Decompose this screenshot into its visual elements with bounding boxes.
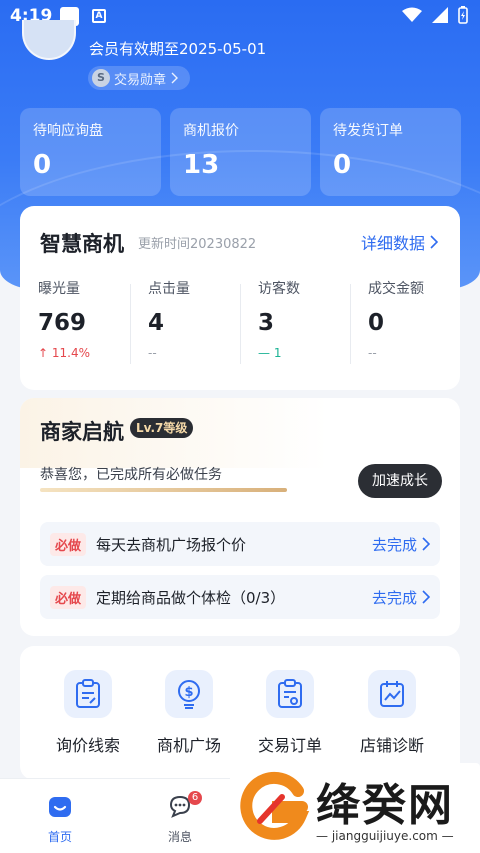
task-text: 每天去商机广场报个价 xyxy=(96,535,247,554)
task-go-link[interactable]: 去完成 xyxy=(372,587,430,608)
arrow-up-icon: ↑ xyxy=(38,346,52,360)
metric-change: ↑ 11.4% xyxy=(38,346,90,360)
tab-home[interactable]: 首页 xyxy=(20,793,100,845)
tab-label: 消息 xyxy=(167,830,192,844)
signal-icon xyxy=(432,7,448,23)
metric-label: 曝光量 xyxy=(38,281,80,297)
required-tag: 必做 xyxy=(50,532,87,556)
stat-value: 0 xyxy=(333,150,352,180)
battery-icon xyxy=(458,6,468,24)
tab-label: 首页 xyxy=(47,830,72,844)
metric-label: 访客数 xyxy=(258,281,300,297)
level-badge: Lv.7等级 xyxy=(130,418,194,438)
watermark-name: 绛癸网 xyxy=(316,780,454,831)
svg-text:$: $ xyxy=(184,685,193,700)
metric-value: 3 xyxy=(258,310,275,336)
store-notification-icon: A xyxy=(92,9,106,23)
metric-value: 769 xyxy=(38,310,87,336)
tool-label: 商机广场 xyxy=(156,736,221,755)
metric-value: 0 xyxy=(368,310,385,336)
clipboard-edit-icon xyxy=(64,670,112,718)
stat-label: 商机报价 xyxy=(183,123,239,139)
detail-data-label: 详细数据 xyxy=(360,234,425,253)
metric-label: 点击量 xyxy=(148,281,190,297)
stat-label: 待发货订单 xyxy=(333,123,403,139)
tool-shop-diagnosis[interactable]: 店铺诊断 xyxy=(342,670,442,756)
tool-trade-orders[interactable]: 交易订单 xyxy=(240,670,340,756)
membership-expiry: 会员有效期至2025-05-01 xyxy=(89,40,267,58)
progress-fill xyxy=(40,488,287,492)
calendar-chart-icon xyxy=(368,670,416,718)
accelerate-growth-button[interactable]: 加速成长 xyxy=(358,464,442,498)
task-progress-bar xyxy=(40,488,287,492)
tool-label: 询价线索 xyxy=(55,736,120,755)
tool-opportunity-square[interactable]: $ 商机广场 xyxy=(139,670,239,756)
task-text: 定期给商品做个体检（0/3） xyxy=(96,588,286,607)
metric-label: 成交金额 xyxy=(368,281,424,297)
chevron-right-icon xyxy=(430,235,438,249)
tab-messages[interactable]: 6 消息 xyxy=(140,791,220,845)
message-count-badge: 6 xyxy=(188,791,202,805)
tool-label: 店铺诊断 xyxy=(359,736,424,755)
required-tag: 必做 xyxy=(50,585,87,609)
metrics-row: 曝光量 769 ↑ 11.4% 点击量 4 -- 访客数 3 — 1 成交金额 … xyxy=(20,276,460,376)
wifi-icon xyxy=(402,7,422,22)
task-go-link[interactable]: 去完成 xyxy=(372,534,430,555)
stat-value: 13 xyxy=(183,150,220,180)
clipboard-gear-icon xyxy=(266,670,314,718)
chevron-right-icon xyxy=(171,72,179,84)
watermark-url: — jiangguijiuye.com — xyxy=(316,829,454,843)
task-item[interactable]: 必做 定期给商品做个体检（0/3） 去完成 xyxy=(40,575,440,619)
metric-visitors[interactable]: 访客数 3 — 1 xyxy=(240,276,350,376)
metric-change: -- xyxy=(368,346,377,360)
smart-title: 智慧商机 xyxy=(40,232,124,256)
detail-data-link[interactable]: 详细数据 xyxy=(361,230,438,254)
site-watermark: 绛癸网 — jiangguijiuye.com — xyxy=(230,763,480,853)
metric-change: — 1 xyxy=(258,346,282,360)
chevron-right-icon xyxy=(422,590,430,604)
stat-pending-inquiries[interactable]: 待响应询盘 0 xyxy=(20,108,161,196)
metric-change: -- xyxy=(148,346,157,360)
chevron-right-icon xyxy=(422,537,430,551)
smart-business-card: 智慧商机 更新时间20230822 详细数据 曝光量 769 ↑ 11.4% 点… xyxy=(20,206,460,390)
merchant-launch-card: 商家启航 Lv.7等级 恭喜您，已完成所有必做任务 加速成长 必做 每天去商机广… xyxy=(20,398,460,636)
dash-icon: — xyxy=(258,346,274,360)
stat-label: 待响应询盘 xyxy=(33,123,103,139)
task-item[interactable]: 必做 每天去商机广场报个价 去完成 xyxy=(40,522,440,566)
dollar-bulb-icon: $ xyxy=(165,670,213,718)
metric-value: 4 xyxy=(148,310,165,336)
tool-inquiry-leads[interactable]: 询价线索 xyxy=(38,670,138,756)
watermark-logo-icon xyxy=(240,771,310,840)
home-icon xyxy=(49,797,71,817)
update-time: 更新时间20230822 xyxy=(138,237,257,252)
medal-label: 交易勋章 xyxy=(114,72,167,88)
stat-value: 0 xyxy=(33,150,52,180)
tools-card: 询价线索 $ 商机广场 交易订单 店铺诊断 xyxy=(20,646,460,780)
congrats-text: 恭喜您，已完成所有必做任务 xyxy=(40,467,222,483)
stat-opportunity-quotes[interactable]: 商机报价 13 xyxy=(170,108,311,196)
medal-icon: S xyxy=(92,69,110,87)
stat-pending-shipments[interactable]: 待发货订单 0 xyxy=(320,108,461,196)
tool-label: 交易订单 xyxy=(257,736,322,755)
metric-exposure[interactable]: 曝光量 769 ↑ 11.4% xyxy=(20,276,130,376)
launch-title: 商家启航 xyxy=(40,420,124,444)
metric-clicks[interactable]: 点击量 4 -- xyxy=(130,276,240,376)
metric-deal-amount[interactable]: 成交金额 0 -- xyxy=(350,276,460,376)
trade-medal-button[interactable]: S 交易勋章 xyxy=(88,66,191,90)
